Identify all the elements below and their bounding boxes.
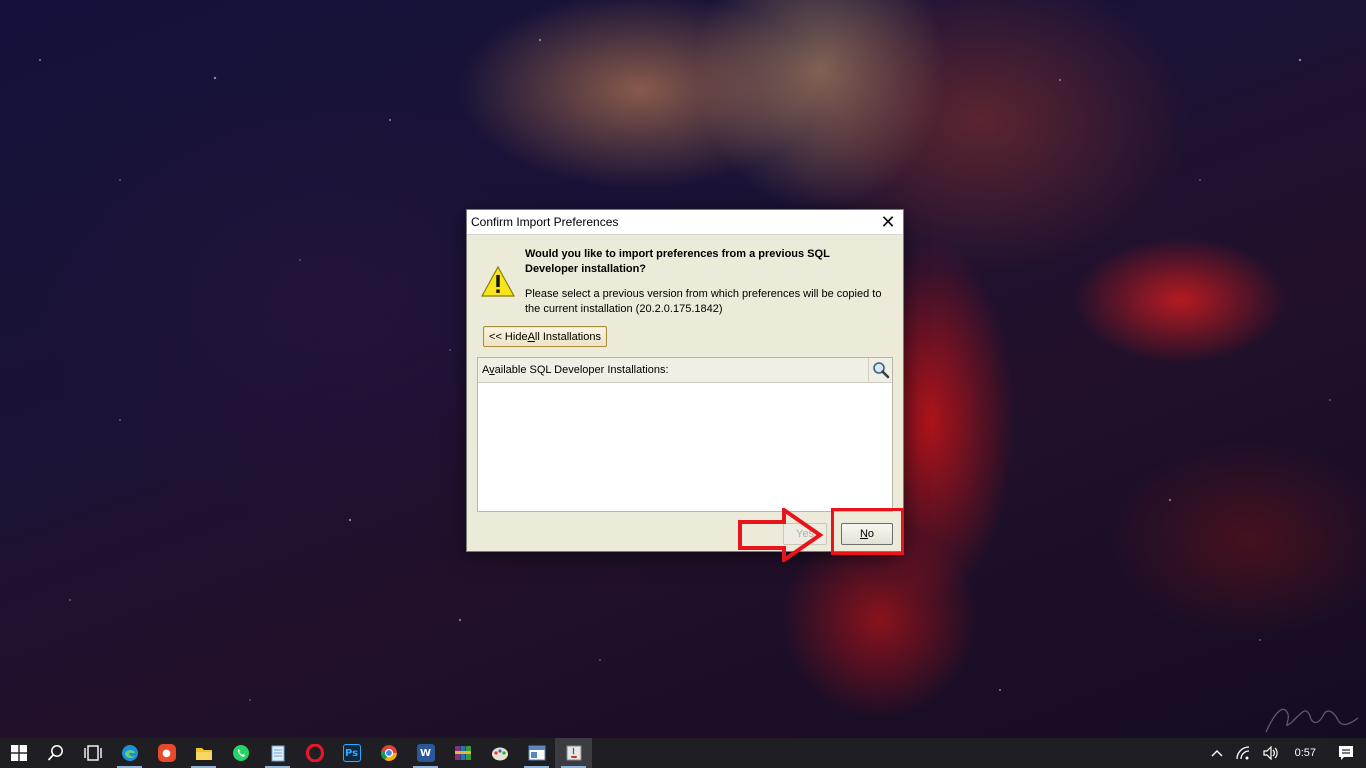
- notepad-icon: [271, 745, 284, 762]
- winrar-icon: [454, 746, 471, 760]
- no-button-mnemonic: N: [859, 528, 868, 540]
- hide-all-installations-button[interactable]: << Hide A ll Installations: [483, 326, 607, 347]
- close-button[interactable]: ✕: [873, 210, 903, 234]
- chevron-up-icon: [1211, 750, 1223, 757]
- action-center-button[interactable]: [1326, 738, 1366, 768]
- word-icon: W: [416, 744, 435, 762]
- taskbar: ● Ps W 0:57: [0, 738, 1366, 768]
- installations-header: Available SQL Developer Installations:: [478, 358, 892, 383]
- task-view-button[interactable]: [74, 738, 111, 768]
- window-icon: [528, 745, 545, 761]
- search-icon: [47, 745, 63, 761]
- opera-icon: [305, 744, 324, 762]
- whatsapp-button[interactable]: [222, 738, 259, 768]
- dialog-title: Confirm Import Preferences: [471, 215, 619, 229]
- search-button[interactable]: [37, 738, 74, 768]
- notepad-button[interactable]: [259, 738, 296, 768]
- word-button[interactable]: W: [407, 738, 444, 768]
- system-tray: 0:57: [1205, 738, 1366, 768]
- dialog-titlebar[interactable]: Confirm Import Preferences ✕: [467, 210, 903, 235]
- dialog-heading: Would you like to import preferences fro…: [525, 248, 830, 275]
- taskbar-clock[interactable]: 0:57: [1285, 738, 1326, 768]
- photoshop-button[interactable]: Ps: [333, 738, 370, 768]
- notification-icon: [1339, 746, 1353, 760]
- app-button-red[interactable]: ●: [148, 738, 185, 768]
- confirm-import-dialog: Confirm Import Preferences ✕ Would you l…: [466, 209, 904, 552]
- installations-label: Available SQL Developer Installations:: [482, 364, 669, 376]
- warning-icon: [481, 265, 515, 297]
- hide-button-prefix: << Hide: [489, 330, 528, 343]
- edge-button[interactable]: [111, 738, 148, 768]
- chrome-button[interactable]: [370, 738, 407, 768]
- app-icon: ●: [157, 744, 176, 762]
- whatsapp-icon: [232, 745, 249, 761]
- folder-icon: [195, 748, 212, 760]
- magnifier-icon: [872, 362, 889, 379]
- opera-button[interactable]: [296, 738, 333, 768]
- sql-developer-button[interactable]: [555, 738, 592, 768]
- photoshop-icon: Ps: [342, 744, 361, 762]
- search-installations-button[interactable]: [868, 358, 892, 382]
- installations-label-suffix: ailable SQL Developer Installations:: [494, 364, 669, 376]
- signature-watermark: [1265, 708, 1359, 733]
- no-button-suffix: o: [867, 528, 875, 540]
- close-icon: ✕: [880, 211, 896, 232]
- hide-button-suffix: ll Installations: [534, 330, 601, 343]
- task-view-icon: [83, 745, 102, 761]
- volume-icon: [1262, 746, 1278, 760]
- wifi-icon: [1235, 746, 1249, 760]
- edge-icon: [121, 745, 138, 761]
- paint-button[interactable]: [481, 738, 518, 768]
- java-icon: [566, 745, 581, 761]
- hide-button-mnemonic: A: [527, 330, 535, 343]
- installations-list[interactable]: [478, 383, 892, 511]
- volume-button[interactable]: [1257, 738, 1285, 768]
- show-hidden-icons-button[interactable]: [1205, 738, 1229, 768]
- installations-panel: Available SQL Developer Installations:: [477, 357, 893, 512]
- chrome-icon: [380, 745, 397, 761]
- windows-icon: [10, 745, 27, 761]
- winrar-button[interactable]: [444, 738, 481, 768]
- network-button[interactable]: [1229, 738, 1257, 768]
- paint-icon: [491, 747, 508, 761]
- app-window-button[interactable]: [518, 738, 555, 768]
- yes-button[interactable]: Yes: [783, 523, 827, 545]
- no-button[interactable]: No: [841, 523, 893, 545]
- dialog-description: Please select a previous version from wh…: [525, 288, 882, 315]
- file-explorer-button[interactable]: [185, 738, 222, 768]
- start-button[interactable]: [0, 738, 37, 768]
